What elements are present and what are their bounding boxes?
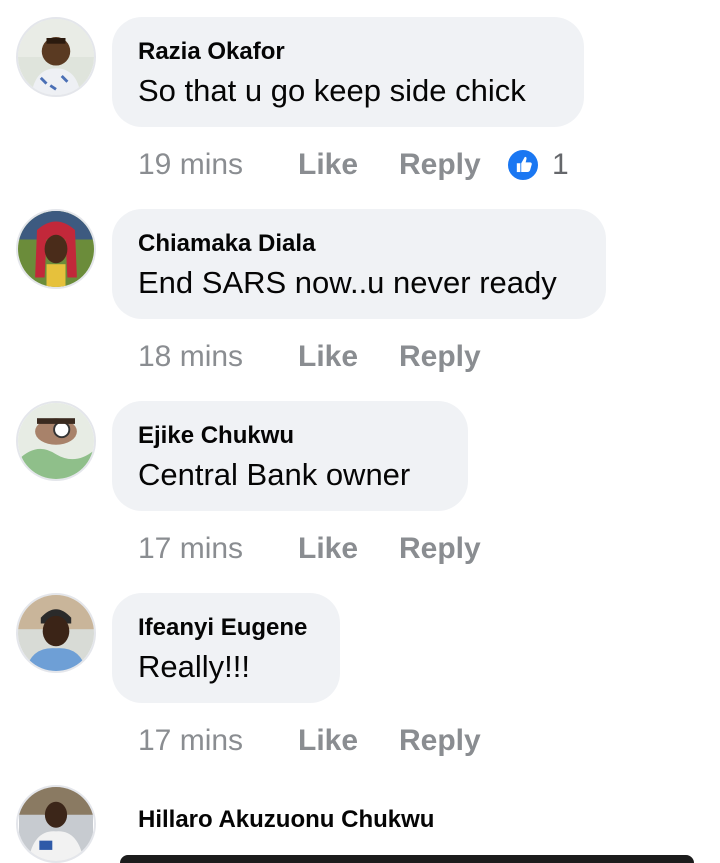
comment-timestamp[interactable]: 17 mins (138, 529, 243, 569)
comment-bubble: Ifeanyi Eugene Really!!! (112, 593, 340, 703)
comment-actions: 18 mins Like Reply (138, 337, 498, 377)
commenter-name[interactable]: Ifeanyi Eugene (138, 613, 314, 643)
reaction-count: 1 (552, 148, 569, 181)
commenter-name[interactable]: Ejike Chukwu (138, 421, 442, 451)
avatar[interactable] (16, 593, 96, 673)
comment-actions: 19 mins Like Reply 1 (138, 145, 578, 185)
comment-header: Hillaro Akuzuonu Chukwu (138, 805, 434, 835)
attached-media-preview[interactable] (120, 855, 694, 863)
commenter-name[interactable]: Razia Okafor (138, 37, 558, 67)
comment-text: Central Bank owner (138, 457, 411, 492)
like-button[interactable]: Like (298, 529, 358, 569)
thumbs-up-icon (506, 148, 540, 182)
like-button[interactable]: Like (298, 721, 358, 761)
avatar[interactable] (16, 401, 96, 481)
like-button[interactable]: Like (298, 145, 358, 185)
comment-bubble: Chiamaka Diala End SARS now..u never rea… (112, 209, 606, 319)
comment-timestamp[interactable]: 19 mins (138, 145, 243, 185)
comment-text: So that u go keep side chick (138, 73, 526, 108)
comment-bubble: Razia Okafor So that u go keep side chic… (112, 17, 584, 127)
reply-button[interactable]: Reply (399, 721, 481, 761)
comment-timestamp[interactable]: 18 mins (138, 337, 243, 377)
like-button[interactable]: Like (298, 337, 358, 377)
comment-actions: 17 mins Like Reply (138, 721, 498, 761)
avatar[interactable] (16, 209, 96, 289)
avatar[interactable] (16, 785, 96, 863)
comment-actions: 17 mins Like Reply (138, 529, 498, 569)
comment-text: Really!!! (138, 649, 250, 684)
avatar[interactable] (16, 17, 96, 97)
reply-button[interactable]: Reply (399, 337, 481, 377)
comment-timestamp[interactable]: 17 mins (138, 721, 243, 761)
comment-bubble: Ejike Chukwu Central Bank owner (112, 401, 468, 511)
commenter-name[interactable]: Chiamaka Diala (138, 229, 580, 259)
commenter-name[interactable]: Hillaro Akuzuonu Chukwu (138, 805, 434, 835)
reply-button[interactable]: Reply (399, 529, 481, 569)
reply-button[interactable]: Reply (399, 145, 481, 185)
comment-text: End SARS now..u never ready (138, 265, 557, 300)
